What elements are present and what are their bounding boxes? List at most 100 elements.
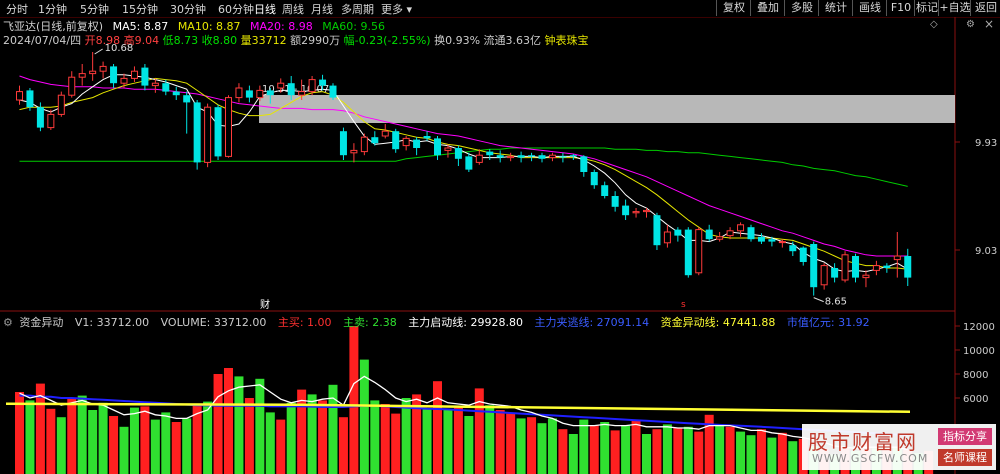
candle-body xyxy=(371,137,379,144)
volume-bar xyxy=(568,434,578,474)
candle-body xyxy=(99,65,107,72)
volume-bar xyxy=(725,426,735,474)
candle-body xyxy=(559,156,567,158)
candle-body xyxy=(904,256,912,278)
candle-body xyxy=(747,227,755,240)
candle-body xyxy=(580,156,588,172)
volume-bar xyxy=(391,413,401,474)
volume-bar xyxy=(558,429,568,474)
ma60-line xyxy=(19,147,908,187)
candle-body xyxy=(695,229,703,274)
candle-body xyxy=(507,155,515,159)
candle-body xyxy=(245,90,253,98)
watermark-title: 股市财富网 xyxy=(808,430,918,454)
candle-body xyxy=(465,156,473,170)
volume-bar xyxy=(589,425,599,474)
candle-body xyxy=(47,113,55,129)
volume-bar xyxy=(77,395,87,474)
volume-bar xyxy=(715,424,725,474)
volume-bar xyxy=(652,429,662,474)
candle-body xyxy=(757,236,765,242)
candle-body xyxy=(89,70,97,75)
volume-axis-label: 6000 xyxy=(963,394,988,405)
candle-body xyxy=(130,70,138,79)
low-mark-label: 8.65 xyxy=(825,297,847,308)
candle-body xyxy=(214,107,222,157)
main-sell-label: 主卖: 2.38 xyxy=(343,316,397,329)
watermark-logo: 股市财富网 WWW.GSCFW.COM 指标分享 名师课程 xyxy=(802,424,996,470)
candle-body xyxy=(810,244,818,288)
fund-line xyxy=(5,402,301,407)
candle-body xyxy=(298,91,306,96)
candle-body xyxy=(517,155,525,158)
main-buy-label: 主买: 1.00 xyxy=(277,316,332,329)
volume-bar xyxy=(25,400,35,474)
volume-bar xyxy=(631,419,641,474)
candle-body xyxy=(26,90,34,108)
volume-bar xyxy=(88,410,98,474)
candle-body xyxy=(643,209,650,213)
volume-bar xyxy=(234,376,244,474)
candle-body xyxy=(183,95,191,103)
kline-chart[interactable]: 10.31 - 10.079.939.031200010000800060001… xyxy=(0,0,1000,474)
candle-body xyxy=(538,155,546,159)
finance-event-marker[interactable]: 财 xyxy=(260,298,270,311)
signal-marker[interactable]: s xyxy=(681,300,686,310)
candle-body xyxy=(611,196,619,207)
candle-body xyxy=(172,91,180,96)
volume-bar xyxy=(736,431,746,474)
candle-body xyxy=(496,155,504,158)
indicator-name[interactable]: 资金异动 xyxy=(19,316,63,329)
volume-bar xyxy=(182,418,192,474)
volume-bar xyxy=(777,432,787,474)
candle-body xyxy=(475,154,483,163)
volume-bar xyxy=(610,430,620,474)
candle-body xyxy=(68,76,76,96)
indicator-header: ⚙ 资金异动 V1: 33712.00 VOLUME: 33712.00 主买:… xyxy=(3,314,878,330)
watermark-tag-course: 名师课程 xyxy=(938,449,992,466)
candle-body xyxy=(308,79,316,93)
fund-line xyxy=(299,403,911,414)
candle-body xyxy=(266,90,274,96)
candle-body xyxy=(78,73,86,78)
high-mark-line xyxy=(94,48,103,55)
volume-bar xyxy=(673,428,683,474)
volume-bar xyxy=(140,406,150,474)
resistance-zone xyxy=(259,95,955,123)
volume-bar xyxy=(746,435,756,474)
candle-body xyxy=(392,131,400,150)
volume-bar xyxy=(422,408,432,474)
candle-body xyxy=(193,102,201,163)
volume-bar xyxy=(150,419,160,474)
volume-bar xyxy=(161,412,171,474)
candle-body xyxy=(329,85,337,98)
candle-body xyxy=(235,87,243,99)
volume-bar xyxy=(485,405,495,474)
candle-body xyxy=(862,274,870,279)
candle-body xyxy=(151,82,159,87)
settings-small-icon[interactable]: ⚙ xyxy=(3,316,13,329)
start-line-label: 主力启动线: 29928.80 xyxy=(408,316,523,329)
candle-body xyxy=(799,247,807,262)
candle-body xyxy=(726,230,734,237)
volume-bar xyxy=(600,422,610,474)
volume-bar xyxy=(495,410,505,474)
volume-bar xyxy=(109,416,119,474)
volume-bar xyxy=(547,418,557,474)
volume-bar xyxy=(276,419,286,474)
candle-body xyxy=(57,94,65,115)
candle-body xyxy=(16,91,23,101)
volume-bar xyxy=(119,426,129,474)
watermark-tag-share: 指标分享 xyxy=(938,428,992,445)
candle-body xyxy=(632,211,640,214)
candle-body xyxy=(225,97,232,157)
volume-bar xyxy=(433,381,442,474)
candle-body xyxy=(674,229,682,236)
candle-body xyxy=(287,83,295,96)
v1-label: V1: 33712.00 xyxy=(74,316,150,329)
candle-body xyxy=(413,139,421,148)
volume-bar xyxy=(171,422,181,474)
volume-bar xyxy=(443,410,453,474)
volume-axis-label: 10000 xyxy=(963,346,995,357)
candle-body xyxy=(872,265,880,271)
